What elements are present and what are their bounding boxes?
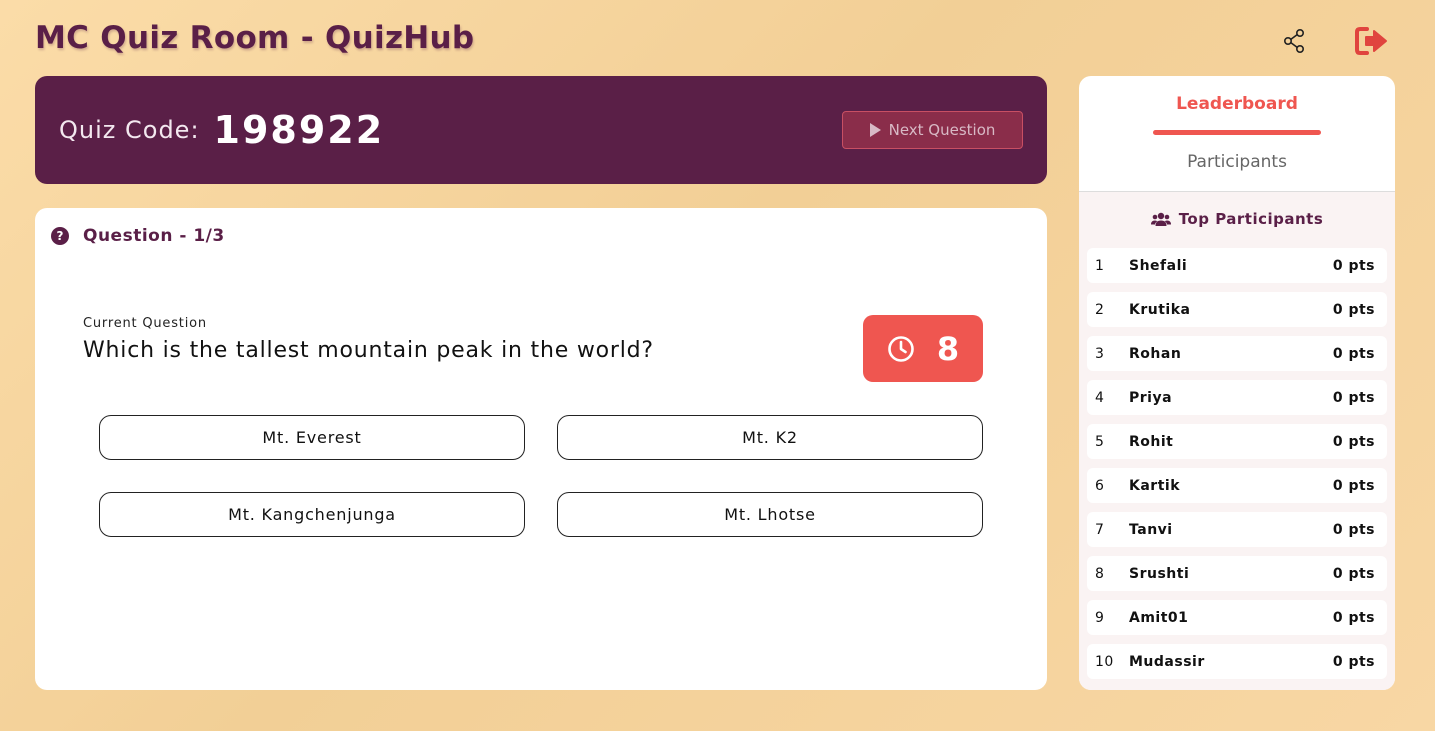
leaderboard-panel: Leaderboard Participants Top Participant… [1079, 76, 1395, 690]
top-participants-label: Top Participants [1178, 210, 1324, 228]
leaderboard-row: 3 Rohan 0 pts [1087, 336, 1387, 371]
leaderboard-row: 4 Priya 0 pts [1087, 380, 1387, 415]
current-question-text: Which is the tallest mountain peak in th… [83, 338, 654, 363]
leaderboard-row: 8 Srushti 0 pts [1087, 556, 1387, 591]
rank: 8 [1095, 565, 1105, 582]
leaderboard-row: 7 Tanvi 0 pts [1087, 512, 1387, 547]
participant-points: 0 pts [1332, 609, 1375, 626]
option-button[interactable]: Mt. Everest [99, 415, 525, 460]
rank: 5 [1095, 433, 1105, 450]
participant-name: Mudassir [1129, 653, 1205, 670]
quiz-code-banner: Quiz Code: 198922 Next Question [35, 76, 1047, 184]
participant-points: 0 pts [1332, 389, 1375, 406]
page-title: MC Quiz Room - QuizHub [35, 20, 475, 56]
answer-options: Mt. Everest Mt. K2 Mt. Kangchenjunga Mt.… [99, 415, 983, 537]
rank: 7 [1095, 521, 1105, 538]
next-question-button[interactable]: Next Question [842, 111, 1023, 149]
participant-points: 0 pts [1332, 257, 1375, 274]
question-circle-icon: ? [51, 227, 69, 245]
leaderboard-row: 5 Rohit 0 pts [1087, 424, 1387, 459]
option-button[interactable]: Mt. Kangchenjunga [99, 492, 525, 537]
option-button[interactable]: Mt. Lhotse [557, 492, 983, 537]
participant-points: 0 pts [1332, 345, 1375, 362]
question-card: ? Question - 1/3 Current Question Which … [35, 208, 1047, 690]
participant-name: Tanvi [1129, 521, 1173, 538]
leaderboard-body: Top Participants 1 Shefali 0 pts 2 Krutika 0… [1079, 192, 1395, 690]
next-question-label: Next Question [888, 121, 996, 139]
rank: 4 [1095, 389, 1105, 406]
leaderboard-row: 2 Krutika 0 pts [1087, 292, 1387, 327]
timer-value: 8 [936, 329, 960, 368]
participant-points: 0 pts [1332, 477, 1375, 494]
option-button[interactable]: Mt. K2 [557, 415, 983, 460]
quiz-code-label: Quiz Code: [59, 116, 200, 144]
share-icon[interactable] [1277, 24, 1311, 58]
rank: 3 [1095, 345, 1105, 362]
active-tab-indicator [1153, 130, 1321, 135]
participant-name: Krutika [1129, 301, 1191, 318]
tab-leaderboard[interactable]: Leaderboard [1079, 94, 1395, 114]
logout-icon[interactable] [1355, 24, 1389, 58]
participant-points: 0 pts [1332, 433, 1375, 450]
rank: 10 [1095, 653, 1114, 670]
leaderboard-row: 9 Amit01 0 pts [1087, 600, 1387, 635]
top-participants-heading: Top Participants [1079, 210, 1395, 228]
participant-name: Shefali [1129, 257, 1188, 274]
clock-icon [888, 335, 914, 362]
play-icon [869, 123, 881, 137]
leaderboard-list: 1 Shefali 0 pts 2 Krutika 0 pts 3 Rohan 0 pts … [1087, 248, 1387, 688]
leaderboard-row: 1 Shefali 0 pts [1087, 248, 1387, 283]
tab-participants[interactable]: Participants [1079, 152, 1395, 172]
rank: 1 [1095, 257, 1105, 274]
participant-points: 0 pts [1332, 301, 1375, 318]
participant-name: Priya [1129, 389, 1173, 406]
participant-name: Amit01 [1129, 609, 1189, 626]
countdown-timer: 8 [863, 315, 983, 382]
question-header: ? Question - 1/3 [51, 226, 225, 246]
participant-name: Rohan [1129, 345, 1182, 362]
leaderboard-row: 10 Mudassir 0 pts [1087, 644, 1387, 679]
top-actions [1277, 24, 1389, 58]
quiz-code-value: 198922 [213, 108, 385, 152]
users-icon [1150, 212, 1171, 226]
participant-points: 0 pts [1332, 653, 1375, 670]
question-counter: Question - 1/3 [83, 226, 225, 246]
participant-name: Rohit [1129, 433, 1174, 450]
participant-name: Kartik [1129, 477, 1181, 494]
rank: 9 [1095, 609, 1105, 626]
current-question-label: Current Question [83, 316, 207, 331]
leaderboard-row: 6 Kartik 0 pts [1087, 468, 1387, 503]
rank: 6 [1095, 477, 1105, 494]
participant-points: 0 pts [1332, 521, 1375, 538]
participant-points: 0 pts [1332, 565, 1375, 582]
participant-name: Srushti [1129, 565, 1190, 582]
rank: 2 [1095, 301, 1105, 318]
